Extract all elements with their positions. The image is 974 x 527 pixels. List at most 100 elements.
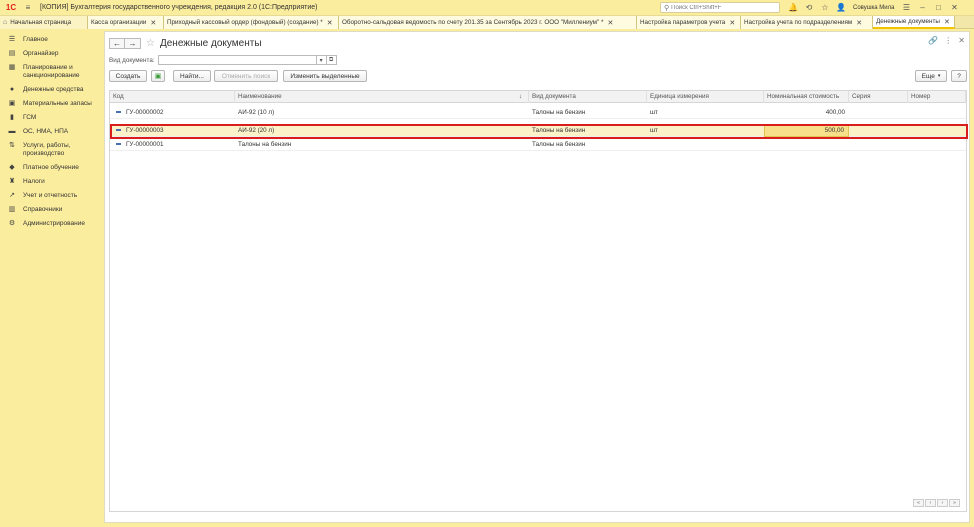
link-icon[interactable]: 🔗 [928,36,938,45]
back-button[interactable]: ← [109,37,125,49]
tab-label: Оборотно-сальдовая ведомость по счету 20… [342,19,604,26]
user-icon[interactable]: 👤 [833,0,849,15]
column-header-unit[interactable]: Единица измерения [647,91,764,103]
tab-department-settings[interactable]: Настройка учета по подразделениям ✕ [741,16,873,29]
column-header-doc-type[interactable]: Вид документа [529,91,647,103]
more-button[interactable]: Еще ▾ [915,70,947,82]
tab-bar: ⌂ Начальная страница Касса организации ✕… [0,15,974,29]
edit-selected-button[interactable]: Изменить выделенные [283,70,367,82]
tab-label: Начальная страница [10,19,72,26]
bell-icon[interactable]: 🔔 [785,0,801,15]
cancel-search-button[interactable]: Отменить поиск [214,70,278,82]
cell-doc-type: Талоны на бензин [532,109,586,116]
directories-icon: ▥ [8,206,16,213]
close-icon[interactable]: ✕ [947,0,963,15]
cell-unit: шт [650,109,658,116]
tab-cash-documents[interactable]: Денежные документы ✕ [873,16,955,29]
money-icon: ● [9,86,15,93]
last-page-icon[interactable]: » [949,499,960,507]
find-button[interactable]: Найти... [173,70,211,82]
sidebar-item-admin[interactable]: ⚙ Администрирование [0,217,101,231]
tab-cash[interactable]: Касса организации ✕ [88,16,164,29]
table-header: Код Наименование ↓ Вид документа Единица … [110,91,966,103]
app-title: [КОПИЯ] Бухгалтерия государственного учр… [40,4,318,11]
main-panel: ← → ☆ Денежные документы 🔗 ⋮ ✕ Вид докум… [104,31,970,523]
document-type-input[interactable] [157,55,317,65]
global-search-box[interactable]: ⚲ [660,2,780,13]
sidebar-item-money[interactable]: ● Денежные средства [0,83,101,97]
minimize-icon[interactable]: – [915,0,931,15]
sidebar-item-label: Учет и отчетность [23,192,78,199]
create-button[interactable]: Создать [109,70,147,82]
sidebar-item-education[interactable]: ◆ Платное обучение [0,161,101,175]
first-page-icon[interactable]: « [913,499,924,507]
create-copy-button[interactable]: ▣ [151,70,165,82]
sidebar-item-fuel[interactable]: ▮ ГСМ [0,111,101,125]
sidebar-item-label: Услуги, работы, производство [23,142,71,157]
global-search-input[interactable] [671,4,772,11]
tab-accounting-settings[interactable]: Настройка параметров учета ✕ [637,16,741,29]
document-add-icon: ▣ [154,73,162,80]
sort-arrow-icon: ↓ [518,93,522,100]
column-header-number[interactable]: Номер [908,91,966,103]
next-page-icon[interactable]: › [937,499,948,507]
sidebar-item-materials[interactable]: ▣ Материальные запасы [0,97,101,111]
form-header-tools: 🔗 ⋮ ✕ [928,36,965,45]
forward-button[interactable]: → [125,37,141,49]
tab-home[interactable]: ⌂ Начальная страница [0,16,88,29]
table-row[interactable]: ГУ-00000002 АИ-92 (10 л) Талоны на бензи… [110,107,966,119]
tab-close-icon[interactable]: ✕ [150,19,156,27]
cell-name: АИ-92 (10 л) [238,109,275,116]
sidebar-item-label: Главное [23,36,48,43]
document-type-filter: Вид документа: ▾ ⧉ [109,55,337,65]
sidebar-item-directories[interactable]: ▥ Справочники [0,203,101,217]
tab-turnover-sheet[interactable]: Оборотно-сальдовая ведомость по счету 20… [339,16,637,29]
prev-page-icon[interactable]: ‹ [925,499,936,507]
dropdown-icon[interactable]: ▾ [316,55,327,65]
chevron-down-icon: ▾ [937,73,941,79]
favorite-star-icon[interactable]: ☆ [146,38,155,49]
sidebar-item-taxes[interactable]: ♜ Налоги [0,175,101,189]
column-header-code[interactable]: Код [110,91,235,103]
cell-series [849,107,908,119]
open-icon[interactable]: ⧉ [326,55,337,65]
settings-menu-icon[interactable]: ☰ [899,0,915,15]
tab-cash-receipt[interactable]: Приходный кассовый ордер (фондовый) (соз… [164,16,339,29]
close-form-icon[interactable]: ✕ [958,36,965,45]
menu-icon: ☰ [8,36,16,43]
sidebar-item-label: Органайзер [23,50,59,57]
cell-code-text: ГУ-00000002 [126,109,164,116]
sidebar-item-planning[interactable]: ▦ Планирование и санкционирование [0,61,101,83]
filter-label: Вид документа: [109,56,155,64]
services-icon: ⇅ [9,142,15,149]
history-icon[interactable]: ⟲ [801,0,817,15]
cell-name: Талоны на бензин [238,141,292,148]
sidebar-item-assets[interactable]: ▬ ОС, НМА, НПА [0,125,101,139]
cell-nominal: 400,00 [825,109,845,116]
help-button[interactable]: ? [951,70,967,82]
tab-close-icon[interactable]: ✕ [729,19,735,27]
table-row[interactable]: ГУ-00000001 Талоны на бензин Талоны на б… [110,139,966,151]
tab-close-icon[interactable]: ✕ [856,19,862,27]
column-header-nominal[interactable]: Номинальная стоимость [764,91,849,103]
column-header-series[interactable]: Серия [849,91,908,103]
sidebar-item-reports[interactable]: ↗ Учет и отчетность [0,189,101,203]
more-actions-icon[interactable]: ⋮ [944,36,952,45]
tab-close-icon[interactable]: ✕ [327,19,333,27]
tab-label: Касса организации [91,19,147,26]
cell-code: ГУ-00000001 [113,139,235,151]
column-header-name[interactable]: Наименование ↓ [235,91,529,103]
sidebar-item-services[interactable]: ⇅ Услуги, работы, производство [0,139,101,161]
user-name[interactable]: Совушка Мила [853,5,895,11]
materials-icon: ▣ [8,100,16,107]
favorites-icon[interactable]: ☆ [817,0,833,15]
item-icon [116,143,121,146]
sidebar-item-organizer[interactable]: ▤ Органайзер [0,47,101,61]
app-logo: 1С [5,3,17,12]
tab-close-icon[interactable]: ✕ [607,19,613,27]
tab-label: Денежные документы [876,18,940,25]
hamburger-icon[interactable]: ≡ [22,0,34,15]
maximize-icon[interactable]: □ [931,0,947,15]
tab-close-icon[interactable]: ✕ [944,18,950,26]
sidebar-item-main[interactable]: ☰ Главное [0,33,101,47]
